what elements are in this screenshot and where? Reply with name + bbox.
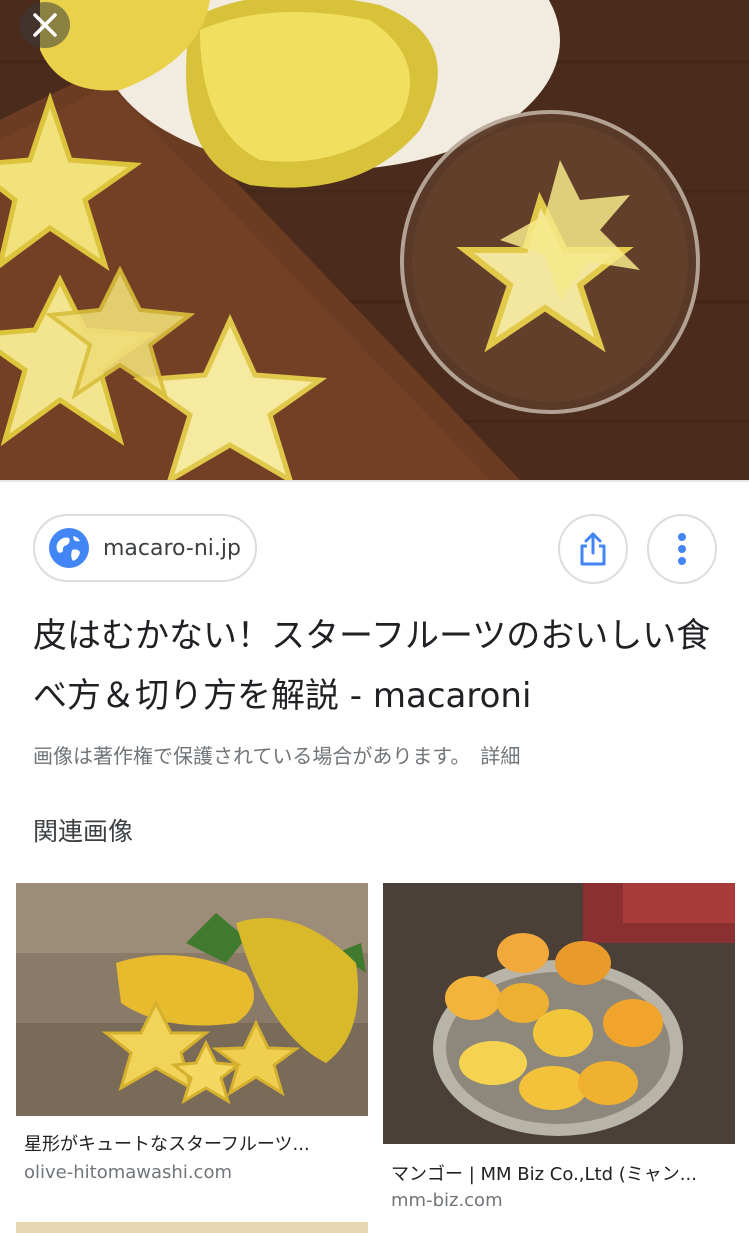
related-image-1[interactable] <box>16 883 368 1116</box>
more-vert-icon <box>678 533 686 565</box>
source-site-chip[interactable]: macaro-ni.jp <box>33 514 257 582</box>
globe-icon <box>49 528 89 568</box>
close-button[interactable] <box>20 2 70 48</box>
main-image[interactable] <box>0 0 749 480</box>
related-domain-1: olive-hitomawashi.com <box>24 1162 232 1183</box>
close-icon <box>33 13 57 37</box>
star-fruit-thumbnail <box>16 883 368 1116</box>
related-image-2[interactable] <box>383 883 735 1144</box>
copyright-notice: 画像は著作権で保護されている場合があります。 詳細 <box>33 740 733 769</box>
more-options-button[interactable] <box>647 514 717 584</box>
related-caption-2[interactable]: マンゴー | MM Biz Co.,Ltd (ミャン... <box>391 1160 731 1186</box>
related-images-heading: 関連画像 <box>33 817 134 846</box>
related-image-3[interactable] <box>16 1222 368 1233</box>
image-divider <box>0 480 749 482</box>
details-link[interactable]: 詳細 <box>480 744 520 768</box>
share-button[interactable] <box>558 514 628 584</box>
related-caption-1[interactable]: 星形がキュートなスターフルーツ... <box>24 1130 364 1156</box>
share-icon <box>580 532 606 566</box>
mango-thumbnail <box>383 883 735 1144</box>
source-domain: macaro-ni.jp <box>103 535 241 561</box>
result-title[interactable]: 皮はむかない！スターフルーツのおいしい食べ方＆切り方を解説 - macaroni <box>33 606 733 726</box>
star-fruit-photo <box>0 0 749 480</box>
copyright-text: 画像は著作権で保護されている場合があります。 <box>33 744 471 768</box>
related-domain-2: mm-biz.com <box>391 1190 503 1211</box>
